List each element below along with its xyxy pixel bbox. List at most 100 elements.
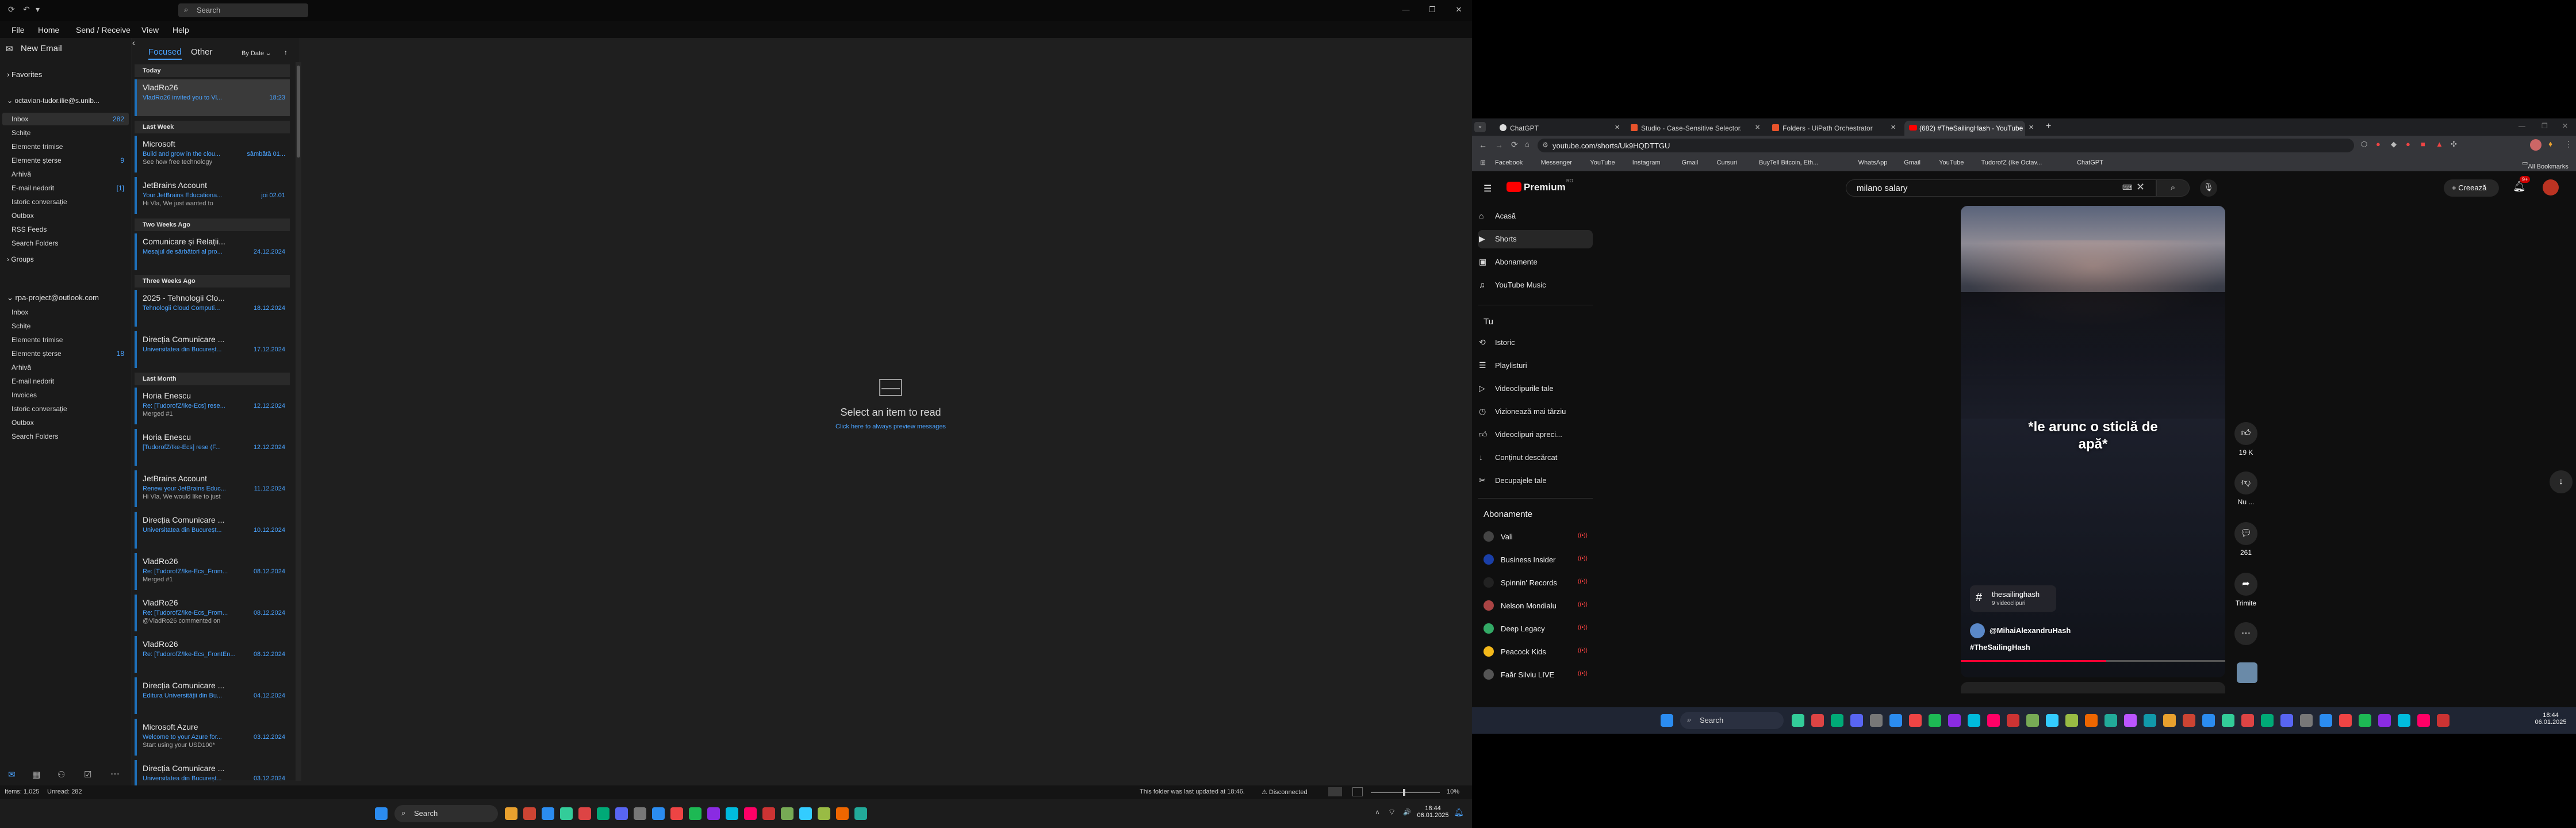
preview-messages-link[interactable]: Click here to always preview messages (819, 423, 963, 430)
group-header[interactable]: Two Weeks Ago (135, 218, 290, 231)
short-video-player[interactable]: *le arunc o sticlă de apă* # thesailingh… (1961, 206, 2225, 677)
reload-icon[interactable]: ⟳ (1511, 140, 1518, 150)
bookmark-item[interactable]: Facebook (1495, 159, 1523, 166)
message-item[interactable]: JetBrains Account Your JetBrains Educatio… (135, 177, 290, 214)
maximize-button[interactable]: ❐ (1419, 0, 1446, 21)
taskbar-app-icon[interactable] (578, 807, 591, 820)
menu-send-receive[interactable]: Send / Receive (76, 25, 131, 34)
taskbar-app-icon[interactable] (2222, 714, 2234, 727)
hashtag-chip[interactable]: # thesailinghash 9 videoclipuri (1970, 585, 2056, 612)
subscription-item[interactable]: Nelson Mondialu ((•)) (1483, 600, 1593, 612)
taskbar-app-icon[interactable] (1987, 714, 2000, 727)
bookmark-item[interactable]: Messenger (1541, 159, 1572, 166)
sort-direction-icon[interactable]: ↑ (284, 48, 288, 56)
bookmark-item[interactable]: BuyTell Bitcoin, Eth... (1759, 159, 1818, 166)
taskbar-app-icon[interactable] (2163, 714, 2176, 727)
clock[interactable]: 18:44 06.01.2025 (2533, 712, 2568, 726)
profile-avatar[interactable] (2530, 139, 2542, 151)
subscription-item[interactable]: Vali ((•)) (1483, 531, 1593, 543)
message-item[interactable]: Direcția Comunicare ... Universitatea din… (135, 331, 290, 368)
taskbar-app-icon[interactable] (1909, 714, 1922, 727)
volume-icon[interactable]: 🔊 (1403, 808, 1411, 816)
message-item[interactable]: VladRo26 Re: [TudorofZ/Ike-Ecs_From... Mer… (135, 553, 290, 590)
minimize-button[interactable]: — (2518, 122, 2525, 130)
taskbar-app-icon[interactable] (2104, 714, 2117, 727)
people-icon[interactable]: ⚇ (57, 769, 65, 780)
extension-icon[interactable]: ⬡ (2361, 140, 2367, 149)
folder-schi-e[interactable]: Schițe (12, 129, 30, 137)
folder-search-folders[interactable]: Search Folders (12, 432, 58, 440)
message-item[interactable]: VladRo26 Re: [TudorofZ/Ike-Ecs_From... @Vl… (135, 595, 290, 631)
taskbar-app-icon[interactable] (1850, 714, 1863, 727)
taskbar-app-icon[interactable] (2280, 714, 2293, 727)
taskbar-app-icon[interactable] (2026, 714, 2039, 727)
reading-view-icon[interactable] (1352, 787, 1363, 796)
folder-outbox[interactable]: Outbox (12, 212, 34, 220)
taskbar-app-icon[interactable] (2300, 714, 2313, 727)
new-tab-icon[interactable]: + (2046, 121, 2051, 132)
subscription-item[interactable]: Deep Legacy ((•)) (1483, 623, 1593, 635)
collapse-pane-icon[interactable]: ‹ (132, 38, 135, 47)
folder-elemente-terse[interactable]: Elemente șterse (12, 156, 62, 164)
taskbar-app-icon[interactable] (2378, 714, 2391, 727)
bookmark-item[interactable]: WhatsApp (1858, 159, 1888, 166)
message-item[interactable]: VladRo26 VladRo26 invited you to Vl... 18:… (135, 79, 290, 116)
group-header[interactable]: Last Month (135, 373, 290, 385)
message-item[interactable]: Horia Enescu Re: [TudorofZ/Ike-Ecs] rese.… (135, 388, 290, 424)
taskbar-app-icon[interactable] (634, 807, 646, 820)
tab-other[interactable]: Other (191, 47, 213, 57)
folder-schi-e[interactable]: Schițe (12, 322, 30, 330)
folder-inbox[interactable]: Inbox (12, 308, 28, 316)
taskbar-app-icon[interactable] (1968, 714, 1980, 727)
taskbar-app-icon[interactable] (726, 807, 738, 820)
voice-search-icon[interactable]: 🎙︎ (2200, 179, 2217, 197)
taskbar-app-icon[interactable] (1870, 714, 1883, 727)
menu-view[interactable]: View (141, 25, 159, 34)
taskbar-search[interactable]: ⌕ Search (1680, 712, 1784, 729)
tab-uipath-orchestrator[interactable]: Folders - UiPath Orchestrator (1768, 121, 1883, 136)
bookmark-item[interactable]: Gmail (1904, 159, 1920, 166)
message-item[interactable]: Direcția Comunicare ... Universitatea din… (135, 512, 290, 549)
message-item[interactable]: Horia Enescu [TudorofZ/Ike-Ecs] rese (F..… (135, 429, 290, 466)
message-list-scrollbar[interactable] (296, 62, 301, 781)
taskbar-app-icon[interactable] (2241, 714, 2254, 727)
zoom-slider[interactable] (1371, 789, 1440, 796)
taskbar-app-icon[interactable] (2144, 714, 2156, 727)
tab-focused[interactable]: Focused (148, 47, 182, 57)
group-header[interactable]: Today (135, 64, 290, 77)
brave-lion-icon[interactable]: ♦ (2548, 139, 2552, 148)
menu-home[interactable]: Home (38, 25, 59, 34)
taskbar-app-icon[interactable] (1792, 714, 1804, 727)
network-icon[interactable]: ⌔ (1388, 807, 1396, 818)
taskbar-app-icon[interactable] (2398, 714, 2410, 727)
subscription-item[interactable]: Spinnin' Records ((•)) (1483, 577, 1593, 589)
tab-uipath-studio[interactable]: Studio - Case-Sensitive Selector... (1626, 121, 1741, 136)
comments-button[interactable]: 💬︎ (2234, 522, 2257, 545)
taskbar-app-icon[interactable] (2261, 714, 2274, 727)
clear-search-icon[interactable]: ✕ (2136, 181, 2145, 193)
folder-elemente-terse[interactable]: Elemente șterse (12, 350, 62, 358)
taskbar-app-icon[interactable] (670, 807, 683, 820)
taskbar-app-icon[interactable] (2437, 714, 2450, 727)
tasks-icon[interactable]: ☑ (84, 769, 91, 780)
taskbar-app-icon[interactable] (1811, 714, 1824, 727)
account2-header[interactable]: ⌄ rpa-project@outlook.com (7, 293, 99, 302)
taskbar-app-icon[interactable] (2183, 714, 2195, 727)
taskbar-app-icon[interactable] (505, 807, 518, 820)
group-header[interactable]: Last Week (135, 121, 290, 133)
back-icon[interactable]: ← (1479, 140, 1487, 150)
taskbar-app-icon[interactable] (2417, 714, 2430, 727)
next-short-preview[interactable] (1961, 682, 2225, 693)
taskbar-app-icon[interactable] (2202, 714, 2215, 727)
folder-e-mail-nedorit[interactable]: E-mail nedorit (12, 377, 54, 385)
address-bar[interactable]: ⚙ youtube.com/shorts/Uk9HQDTTGU (1538, 139, 2354, 152)
bookmark-item[interactable]: Gmail (1682, 159, 1699, 166)
calendar-icon[interactable]: ▦ (32, 769, 40, 780)
subscription-item[interactable]: Peacock Kids ((•)) (1483, 646, 1593, 658)
folder-istoric-conversa-ie[interactable]: Istoric conversație (12, 198, 67, 206)
taskbar-app-icon[interactable] (2007, 714, 2019, 727)
scrollbar-thumb[interactable] (297, 66, 300, 158)
bookmark-item[interactable]: TudorofZ (Ike Octav... (1981, 159, 2042, 166)
taskbar-app-icon[interactable] (854, 807, 867, 820)
account1-header[interactable]: ⌄ octavian-tudor.ilie@s.unib... (7, 97, 99, 105)
